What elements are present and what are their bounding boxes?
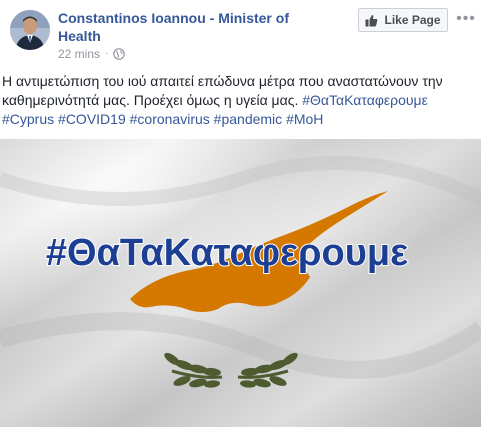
globe-icon [113, 48, 126, 60]
hashtag-link[interactable]: #ΘαΤαΚαταφερουμε [302, 92, 428, 108]
hashtag-link[interactable]: #Cyprus [2, 111, 54, 127]
like-page-label: Like Page [384, 13, 441, 27]
post-image[interactable]: #ΘαΤαΚαταφερουμε [0, 139, 481, 427]
slogan-text: #ΘαΤαΚαταφερουμε [46, 232, 408, 274]
hashtag-link[interactable]: #pandemic [214, 111, 283, 127]
thumbs-up-icon [365, 14, 378, 27]
hashtag-link[interactable]: #COVID19 [58, 111, 126, 127]
post-header: Constantinos Ioannou - Minister of Healt… [0, 0, 481, 62]
post-body: Η αντιμετώπιση του ιού απαιτεί επώδυνα μ… [0, 72, 481, 129]
post-timestamp[interactable]: 22 mins [58, 47, 100, 61]
avatar-photo [10, 10, 50, 50]
cyprus-flag-image: #ΘαΤαΚαταφερουμε [0, 139, 481, 427]
meta-separator: · [105, 48, 109, 59]
post-meta: 22 mins · [58, 47, 126, 61]
author-avatar[interactable] [10, 10, 50, 50]
hashtag-link[interactable]: #coronavirus [130, 111, 210, 127]
more-options-button[interactable]: ••• [455, 8, 477, 30]
author-name[interactable]: Constantinos Ioannou - Minister of Healt… [58, 9, 328, 45]
hashtag-link[interactable]: #MoH [286, 111, 323, 127]
like-page-button[interactable]: Like Page [358, 8, 448, 32]
